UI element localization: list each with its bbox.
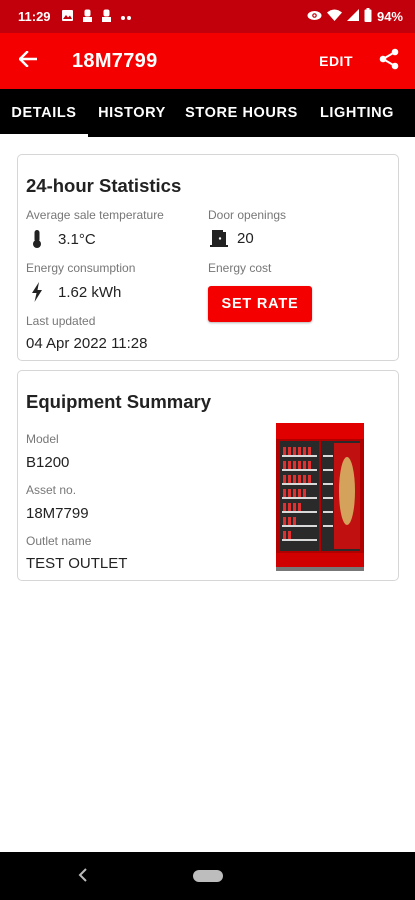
outlet-value: TEST OUTLET [26,555,128,572]
nav-home-button[interactable] [193,870,223,882]
tab-lighting[interactable]: LIGHTING [307,89,407,137]
door-openings-value: 20 [237,229,254,247]
door-icon [210,229,228,247]
lightning-icon [28,282,46,302]
edit-button[interactable]: EDIT [305,53,367,69]
share-icon [379,48,399,75]
status-time: 11:29 [18,9,51,24]
wifi-icon [326,9,342,24]
statistics-title: 24-hour Statistics [26,175,182,196]
equipment-card: Equipment Summary Model B1200 Asset no. … [17,370,399,581]
model-value: B1200 [26,454,70,471]
equipment-title: Equipment Summary [26,391,212,412]
nav-back-button[interactable] [78,866,88,887]
page-title: 18M7799 [72,49,158,72]
signal-icon [346,9,359,24]
outlet-label: Outlet name [26,534,92,548]
status-bar: 11:29 94% [0,0,415,33]
tab-store-hours[interactable]: STORE HOURS [176,89,307,137]
image-icon [61,9,74,25]
door-openings-label: Door openings [208,208,287,222]
tab-label: HISTORY [98,105,166,121]
app-bar: 18M7799 EDIT [0,33,415,89]
navigation-bar [0,852,415,900]
asset-value: 18M7799 [26,505,89,522]
set-rate-button[interactable]: SET RATE [208,286,312,322]
person-icon [82,9,93,25]
tab-bar: DETAILS HISTORY STORE HOURS LIGHTING [0,89,415,137]
battery-icon [364,8,372,25]
battery-percent: 94% [376,9,403,24]
share-button[interactable] [367,33,411,89]
status-left-icons [61,9,132,25]
tab-details[interactable]: DETAILS [0,89,88,137]
arrow-back-icon [18,49,38,72]
model-label: Model [26,432,59,446]
energy-consumption-row: 1.62 kWh [28,282,121,302]
avg-temp-label: Average sale temperature [26,208,164,222]
person-icon [101,9,112,25]
avg-temp-row: 3.1°C [28,229,96,249]
avg-temp-value: 3.1°C [58,230,96,248]
energy-cost-label: Energy cost [208,261,272,275]
asset-label: Asset no. [26,483,77,497]
door-openings-row: 20 [210,229,254,247]
back-button[interactable] [0,33,56,89]
thermometer-icon [28,229,46,249]
statistics-card: 24-hour Statistics Average sale temperat… [17,154,399,361]
tab-label: DETAILS [11,105,77,121]
last-updated-value: 04 Apr 2022 11:28 [26,335,148,352]
energy-consumption-value: 1.62 kWh [58,283,122,301]
tab-label: STORE HOURS [185,105,298,121]
last-updated-label: Last updated [26,314,96,328]
status-right: 94% [307,8,403,25]
eye-icon [307,9,322,24]
fridge-image [274,421,366,573]
energy-consumption-label: Energy consumption [26,261,136,275]
more-icon [120,9,132,24]
tab-history[interactable]: HISTORY [88,89,176,137]
tab-label: LIGHTING [319,105,395,121]
